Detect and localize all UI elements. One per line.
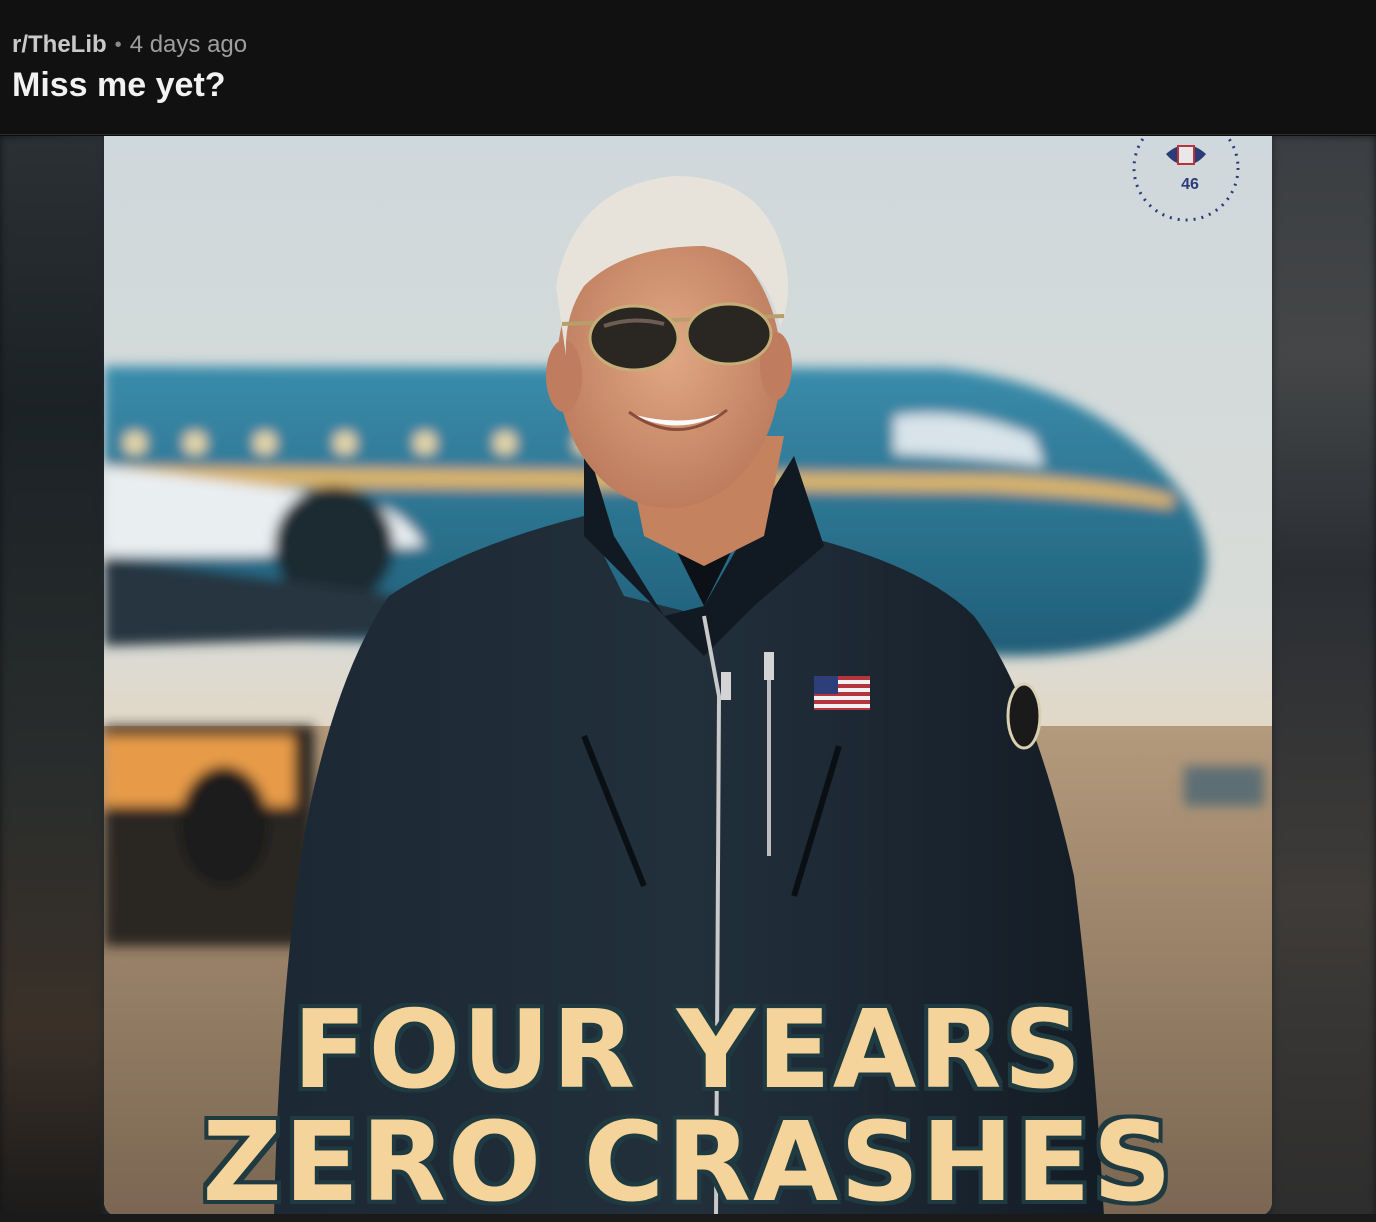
post-header: r/TheLib • 4 days ago Miss me yet? [0,0,1376,135]
blurred-backdrop-left [0,136,104,1222]
blurred-backdrop-right [1272,136,1376,1222]
post-timestamp: 4 days ago [129,31,248,58]
post-meta: r/TheLib • 4 days ago [12,30,247,60]
caption-line-1: FOUR YEARS [292,988,1084,1113]
bottom-bar [0,1214,1376,1222]
caption-line-2: ZERO CRASHES [202,1098,1174,1216]
presidential-seal: 46 [1134,136,1246,218]
post-image[interactable]: 46 FOUR YEARS ZERO CRASHES [104,136,1272,1216]
subreddit-link[interactable]: r/TheLib [12,31,107,59]
seal-number: 46 [1181,176,1199,193]
media-area[interactable]: 46 FOUR YEARS ZERO CRASHES [0,136,1376,1222]
post-title[interactable]: Miss me yet? [12,66,226,105]
meta-separator: • [114,33,122,56]
